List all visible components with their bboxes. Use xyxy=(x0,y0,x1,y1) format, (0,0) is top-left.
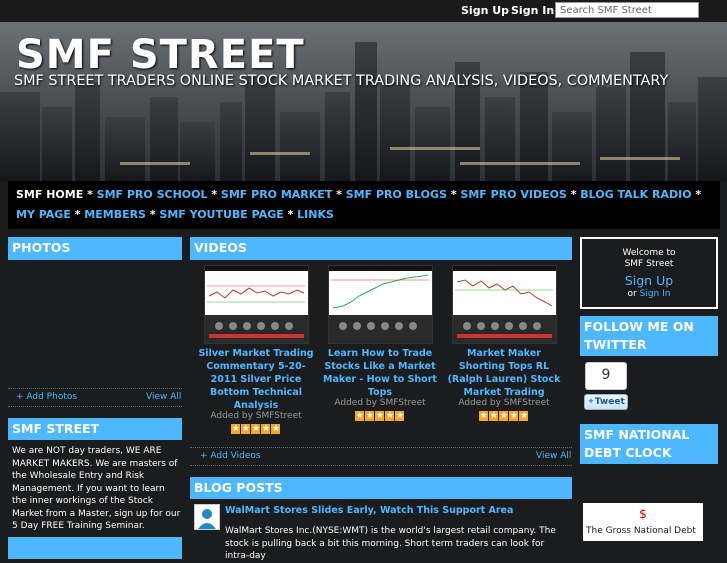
main-navigation: SMF HOME * SMF PRO SCHOOL * SMF PRO MARK… xyxy=(8,181,720,229)
nav-row-1: SMF HOME * SMF PRO SCHOOL * SMF PRO MARK… xyxy=(16,188,701,201)
chart-thumbnail-image xyxy=(205,271,308,343)
nav-item-blog-talk-radio[interactable]: BLOG TALK RADIO xyxy=(580,188,691,201)
divider xyxy=(8,388,182,389)
blog-post-title-link[interactable]: WalMart Stores Slides Early, Watch This … xyxy=(225,505,513,516)
rating-stars: ★ ★ ★ ★ ★ xyxy=(354,411,404,421)
debt-clock-header: SMF NATIONAL DEBT CLOCK xyxy=(580,424,718,464)
debt-clock-widget[interactable]: $ The Gross National Debt xyxy=(583,503,703,541)
tweet-button-label: Tweet xyxy=(594,397,625,407)
nav-separator: * xyxy=(283,208,298,221)
top-bar: Sign Up Sign In xyxy=(0,0,727,22)
divider xyxy=(8,406,182,407)
videos-header-label: VIDEOS xyxy=(194,240,247,255)
video-thumbnail[interactable] xyxy=(452,265,557,344)
welcome-box: Welcome to SMF Street Sign Up or Sign In xyxy=(580,237,718,309)
chart-thumbnail-image xyxy=(329,271,432,343)
twitter-header: FOLLOW ME ON TWITTER xyxy=(580,316,718,356)
welcome-line-2: SMF Street xyxy=(624,259,674,269)
blog-posts-header-label: BLOG POSTS xyxy=(194,480,283,495)
divider xyxy=(190,447,572,448)
videos-header: VIDEOS xyxy=(190,237,572,260)
site-title[interactable]: SMF STREET xyxy=(16,32,305,78)
photos-header-label: PHOTOS xyxy=(12,240,71,255)
nav-item-smf-pro-market[interactable]: SMF PRO MARKET xyxy=(221,188,332,201)
nav-item-smf-pro-videos[interactable]: SMF PRO VIDEOS xyxy=(460,188,566,201)
blog-posts-header: BLOG POSTS xyxy=(190,477,572,499)
rating-stars: ★ ★ ★ ★ ★ xyxy=(230,424,280,434)
rating-stars: ★ ★ ★ ★ ★ xyxy=(478,411,528,421)
debt-dollar-sign: $ xyxy=(639,507,647,521)
video-title-link[interactable]: Silver Market Trading Commentary 5-20-20… xyxy=(196,347,316,412)
add-photos-link[interactable]: + Add Photos xyxy=(16,392,77,402)
photos-header: PHOTOS xyxy=(8,237,182,260)
add-videos-link[interactable]: + Add Videos xyxy=(200,451,261,461)
nav-separator: * xyxy=(145,208,160,221)
welcome-or-sign-in: or Sign In xyxy=(582,289,716,299)
chart-thumbnail-image xyxy=(453,271,556,343)
video-added-by: Added by SMFStreet xyxy=(458,398,550,408)
videos-view-all-link[interactable]: View All xyxy=(536,451,571,461)
debt-clock-header-label: SMF NATIONAL DEBT CLOCK xyxy=(584,427,690,460)
nav-item-smf-pro-school[interactable]: SMF PRO SCHOOL xyxy=(97,188,208,201)
sign-up-link[interactable]: Sign Up xyxy=(461,4,509,17)
nav-separator: * xyxy=(83,188,97,201)
nav-item-smf-pro-blogs[interactable]: SMF PRO BLOGS xyxy=(346,188,447,201)
welcome-sign-up-link[interactable]: Sign Up xyxy=(582,273,716,288)
debt-label: The Gross National Debt xyxy=(586,526,696,536)
divider xyxy=(190,465,572,466)
nav-item-smf-home[interactable]: SMF HOME xyxy=(16,188,83,201)
tweet-count: 9 xyxy=(585,362,627,390)
video-added-by: Added by SMFStreet xyxy=(210,411,302,421)
next-section-header xyxy=(8,537,182,559)
nav-separator: * xyxy=(446,188,461,201)
user-silhouette-icon xyxy=(195,505,219,529)
twitter-bird-icon: ✦ xyxy=(587,397,595,407)
video-title-link[interactable]: Market Maker Shorting Tops RL (Ralph Lau… xyxy=(444,347,564,399)
smf-street-header: SMF STREET xyxy=(8,418,182,440)
photos-view-all-link[interactable]: View All xyxy=(146,392,181,402)
nav-separator: * xyxy=(332,188,346,201)
nav-separator: * xyxy=(207,188,221,201)
nav-row-2: MY PAGE * MEMBERS * SMF YOUTUBE PAGE * L… xyxy=(16,208,334,221)
nav-item-my-page[interactable]: MY PAGE xyxy=(16,208,71,221)
welcome-line-1: Welcome to xyxy=(622,248,676,258)
nav-item-members[interactable]: MEMBERS xyxy=(84,208,146,221)
video-thumbnail[interactable] xyxy=(328,265,433,344)
sign-in-link[interactable]: Sign In xyxy=(511,4,554,17)
nav-item-links[interactable]: LINKS xyxy=(297,208,334,221)
nav-separator: * xyxy=(691,188,702,201)
blog-post-excerpt: WalMart Stores Inc.(NYSE:WMT) is the wor… xyxy=(225,526,556,561)
video-thumbnail[interactable] xyxy=(204,265,309,344)
smf-street-description: We are NOT day traders, WE ARE MARKET MA… xyxy=(12,446,181,531)
twitter-header-label: FOLLOW ME ON TWITTER xyxy=(584,319,694,352)
smf-street-header-label: SMF STREET xyxy=(12,421,100,436)
welcome-sign-in-link[interactable]: Sign In xyxy=(640,289,671,299)
tweet-button[interactable]: ✦Tweet xyxy=(584,394,628,410)
nav-item-smf-youtube-page[interactable]: SMF YOUTUBE PAGE xyxy=(159,208,283,221)
site-banner: SMF STREET SMF STREET TRADERS ONLINE STO… xyxy=(0,22,727,182)
search-input[interactable] xyxy=(555,2,699,18)
video-added-by: Added by SMFStreet xyxy=(334,398,426,408)
site-subtitle: SMF STREET TRADERS ONLINE STOCK MARKET T… xyxy=(14,73,669,89)
video-title-link[interactable]: Learn How to Trade Stocks Like a Market … xyxy=(320,347,440,399)
or-text: or xyxy=(627,289,637,299)
nav-separator: * xyxy=(566,188,581,201)
nav-separator: * xyxy=(70,208,85,221)
author-avatar[interactable] xyxy=(194,504,220,530)
